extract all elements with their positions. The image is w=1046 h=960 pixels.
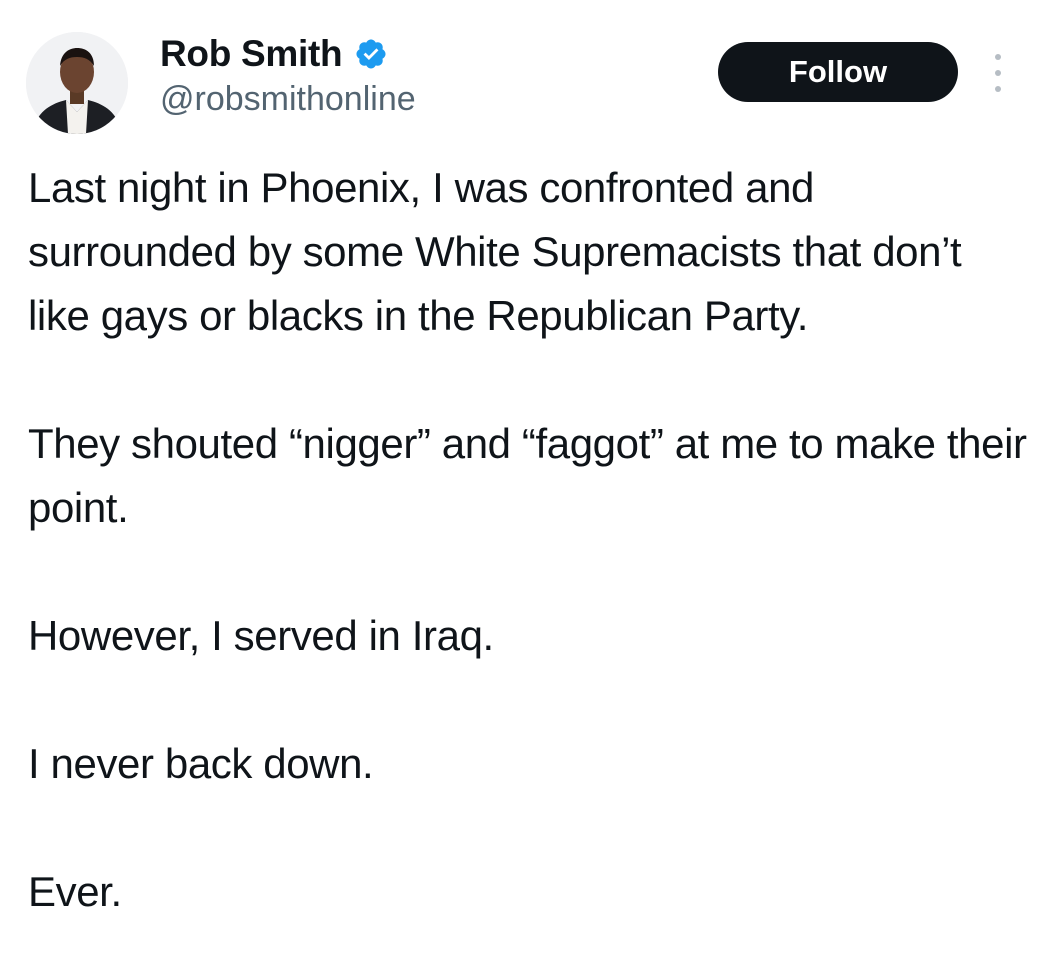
more-vertical-icon[interactable] xyxy=(986,54,1010,92)
tweet-paragraph: However, I served in Iraq. xyxy=(28,612,494,659)
more-dot xyxy=(995,54,1001,60)
author-display-name[interactable]: Rob Smith xyxy=(160,33,343,75)
tweet-text: Last night in Phoenix, I was confronted … xyxy=(28,156,1028,924)
more-dot xyxy=(995,86,1001,92)
author-name-row: Rob Smith xyxy=(160,30,388,78)
tweet-paragraph: Last night in Phoenix, I was confronted … xyxy=(28,164,962,339)
tweet-paragraph: I never back down. xyxy=(28,740,374,787)
avatar-image xyxy=(26,32,128,134)
avatar[interactable] xyxy=(26,32,128,134)
more-dot xyxy=(995,70,1001,76)
verified-badge-icon xyxy=(356,39,386,69)
follow-button[interactable]: Follow xyxy=(718,42,958,102)
author-handle[interactable]: @robsmithonline xyxy=(160,80,416,119)
tweet-card: Rob Smith @robsmithonline Follow Last ni… xyxy=(0,0,1046,960)
tweet-paragraph: They shouted “nigger” and “faggot” at me… xyxy=(28,420,1027,531)
tweet-paragraph: Ever. xyxy=(28,868,122,915)
